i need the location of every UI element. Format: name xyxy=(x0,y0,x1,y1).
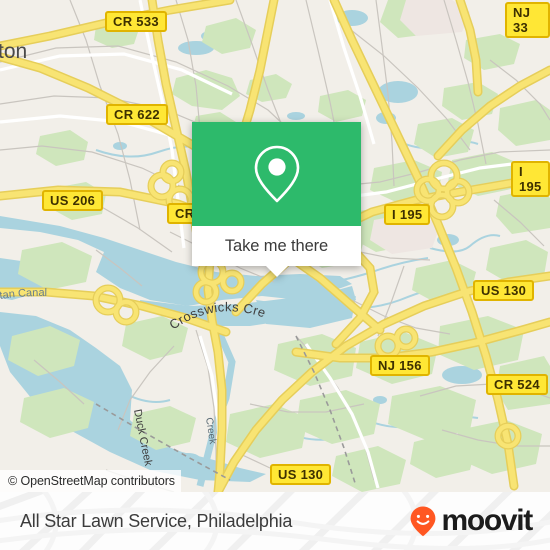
location-popup-card[interactable]: Take me there xyxy=(192,122,361,277)
popup-action-area[interactable]: Take me there xyxy=(192,226,361,277)
page-title: All Star Lawn Service, Philadelphia xyxy=(20,510,293,531)
road-shield: CR 533 xyxy=(105,11,167,32)
take-me-there-label: Take me there xyxy=(224,236,329,255)
road-shield: CR 524 xyxy=(486,374,548,395)
moovit-smiley-pin-icon xyxy=(411,506,436,537)
footer-bar: All Star Lawn Service, Philadelphia moov… xyxy=(0,492,550,550)
road-shield: I 195 xyxy=(511,161,550,197)
road-shield: US 130 xyxy=(473,280,535,301)
road-shield: NJ 156 xyxy=(370,355,430,376)
road-shield: US 206 xyxy=(42,190,104,211)
moovit-wordmark: moovit xyxy=(441,504,533,537)
map-pin-icon xyxy=(254,145,299,203)
road-shield: CR 622 xyxy=(106,104,168,125)
map-screen: ton ritan Canal Crosswicks Creek Duck Cr… xyxy=(0,0,550,550)
road-shield: US 130 xyxy=(270,464,332,485)
road-shield: I 195 xyxy=(384,204,431,225)
popup-icon-area xyxy=(192,122,361,226)
map-canvas[interactable]: ton ritan Canal Crosswicks Creek Duck Cr… xyxy=(0,0,550,492)
city-label-partial: ton xyxy=(0,40,27,63)
osm-attribution[interactable]: © OpenStreetMap contributors xyxy=(0,470,181,492)
moovit-brand[interactable]: moovit xyxy=(406,492,533,550)
road-shield: NJ 33 xyxy=(505,2,550,38)
popup-pointer xyxy=(265,266,288,277)
